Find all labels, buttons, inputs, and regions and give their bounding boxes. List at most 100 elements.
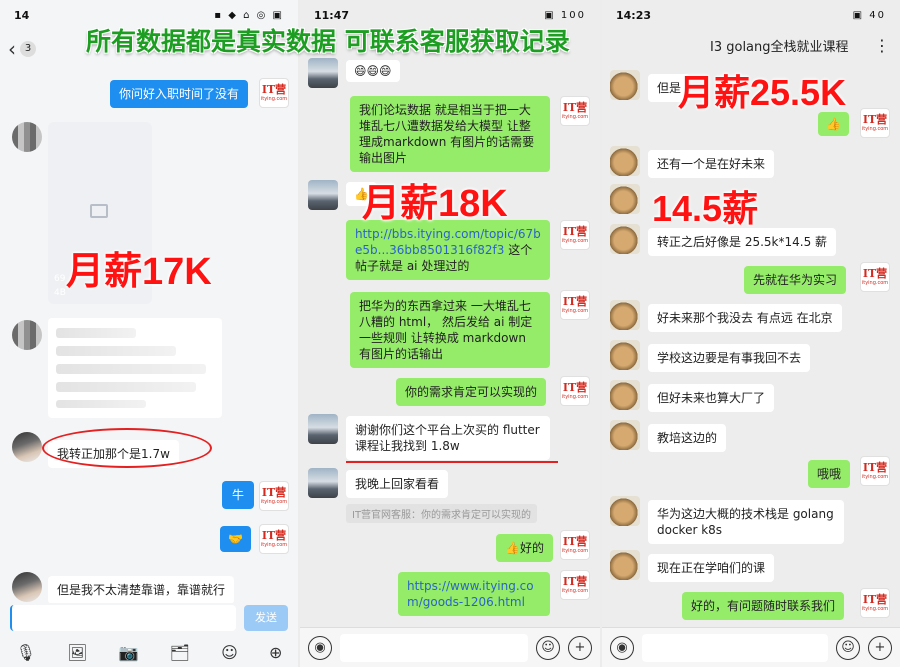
link-text[interactable]: https://www.itying.com/goods-1206.html [407,579,534,609]
chat-panel-left: 14 ▪ ◆ ⌂ ◎ ▣ ‹ 3 你问好入职时间了没有 IT营 itying.co… [0,0,298,667]
red-underline-highlight [346,461,558,463]
voice-icon[interactable]: ◉ [610,635,634,660]
status-time: 14:23 [616,8,652,22]
message-bubble: 先就在华为实习 [744,266,847,294]
user-avatar [12,320,42,350]
input-bar: ◉ ☺ + [602,627,900,667]
it-logo-avatar: IT营 itying.com [860,262,890,292]
message-bubble: 好的，有问题随时联系我们 [682,592,845,620]
status-time: 14 [14,8,30,22]
user-avatar [308,414,338,444]
user-avatar [610,340,640,370]
mic-icon[interactable]: 🎙 [16,643,36,662]
salary-overlay: 月薪25.5K [678,72,847,113]
message-bubble: 你的需求肯定可以实现的 [396,378,547,406]
message-bubble: 我晚上回家看看 [346,470,449,498]
it-logo-avatar: IT营 itying.com [560,220,590,250]
message-bubble: 但是我不太清楚靠谱，靠谱就行 [48,576,235,604]
user-avatar [610,300,640,330]
message-bubble: 华为这边大概的技术栈是 golang docker k8s [648,500,844,544]
user-avatar [610,184,640,214]
user-avatar [610,380,640,410]
it-logo-avatar: IT营 itying.com [860,108,890,138]
chat-title: I3 golang全栈就业课程 [710,39,849,55]
top-banner: 所有数据都是真实数据 可联系客服获取记录 [86,27,570,56]
image-caption: 69 [54,274,66,284]
file-icon[interactable]: 🗂 [170,643,190,662]
it-logo-avatar: IT营 itying.com [560,96,590,126]
status-bar: 14:23 ▣ 40 [602,0,900,30]
it-logo-avatar: IT营 itying.com [560,530,590,560]
user-avatar [610,146,640,176]
user-avatar [610,70,640,100]
message-bubble: 🤝 [220,526,251,552]
salary-overlay: 14.5薪 [652,188,759,229]
user-avatar [610,224,640,254]
red-circle-highlight [42,428,212,468]
it-logo-avatar: IT营 itying.com [560,290,590,320]
message-input[interactable] [10,605,236,631]
user-avatar [610,420,640,450]
it-logo-avatar: IT营 itying.com [560,376,590,406]
user-avatar [308,468,338,498]
message-bubble: 你问好入职时间了没有 [110,80,249,108]
blurred-message [48,318,222,418]
back-arrow-icon[interactable]: ‹ [8,37,16,61]
it-logo-avatar: IT营 itying.com [860,456,890,486]
camera-icon[interactable]: 📷 [119,643,139,662]
status-icons: ▣ 100 [544,9,586,21]
message-bubble: 学校这边要是有事我回不去 [648,344,811,372]
message-bubble: 好未来那个我没去 有点远 在北京 [648,304,842,332]
link-message[interactable]: https://www.itying.com/goods-1206.html [398,572,550,616]
voice-icon[interactable]: ◉ [308,635,332,660]
input-bar: ◉ ☺ + [300,627,600,667]
compose-row: 发送 [0,603,298,633]
salary-overlay: 月薪17K [66,251,212,293]
more-menu-icon[interactable]: ⋮ [874,36,890,55]
message-bubble: 谢谢你们这个平台上次买的 flutter 课程让我找到 1.8w [346,416,550,460]
message-input[interactable] [340,633,528,662]
send-button[interactable]: 发送 [244,605,288,631]
message-bubble: 牛 [222,481,255,509]
message-bubble: 教培这边的 [648,424,727,452]
plus-icon[interactable]: + [568,635,592,660]
message-bubble: 还有一个是在好未来 [648,150,775,178]
link-message[interactable]: http://bbs.itying.com/topic/67be5b...36b… [346,220,550,280]
chat-panel-right: 14:23 ▣ 40 I3 golang全栈就业课程 ⋮ 但是 月薪25.5K … [602,0,900,667]
message-bubble: 😄😄😄 [346,60,400,82]
user-avatar [610,496,640,526]
plus-icon[interactable]: ⊕ [269,643,282,662]
user-avatar [308,180,338,210]
it-logo-avatar: IT营 itying.com [560,570,590,600]
status-icons: ▣ 40 [852,9,886,21]
status-time: 11:47 [314,8,350,22]
message-bubble: 👍好的 [496,534,553,562]
it-logo-avatar: IT营 itying.com [259,524,289,554]
it-logo-avatar: IT营 itying.com [259,78,289,108]
user-avatar [12,432,42,462]
message-bubble: 但好未来也算大厂了 [648,384,775,412]
image-placeholder-icon [90,204,108,218]
header-bar: I3 golang全栈就业课程 ⋮ [602,32,900,58]
message-bubble: 我们论坛数据 就是相当于把一大堆乱七八遭数据发给大模型 让整理成markdown… [350,96,550,172]
user-avatar [308,58,338,88]
user-avatar [12,572,42,602]
image-size: 4B [54,288,66,298]
emoji-icon[interactable]: ☺ [536,635,560,660]
it-logo-avatar: IT营 itying.com [860,588,890,618]
message-bubble: 把华为的东西拿过来 一大堆乱七八糟的 html， 然后发给 ai 制定一些规则 … [350,292,550,368]
toolbar: 🎙 🖼 📷 🗂 ☺ ⊕ [0,637,298,667]
emoji-icon[interactable]: ☺ [836,635,860,660]
message-bubble: 转正之后好像是 25.5k*14.5 薪 [648,228,837,256]
salary-overlay: 月薪18K [362,183,508,225]
it-logo-avatar: IT营 itying.com [259,481,289,511]
user-avatar [12,122,42,152]
emoji-icon[interactable]: ☺ [221,643,238,662]
plus-icon[interactable]: + [868,635,892,660]
status-icons: ▪ ◆ ⌂ ◎ ▣ [214,9,284,21]
message-bubble: 现在正在学咱们的课 [648,554,775,582]
user-avatar [610,550,640,580]
image-icon[interactable]: 🖼 [67,643,87,662]
message-input[interactable] [642,633,828,662]
message-bubble: 哦哦 [808,460,851,488]
